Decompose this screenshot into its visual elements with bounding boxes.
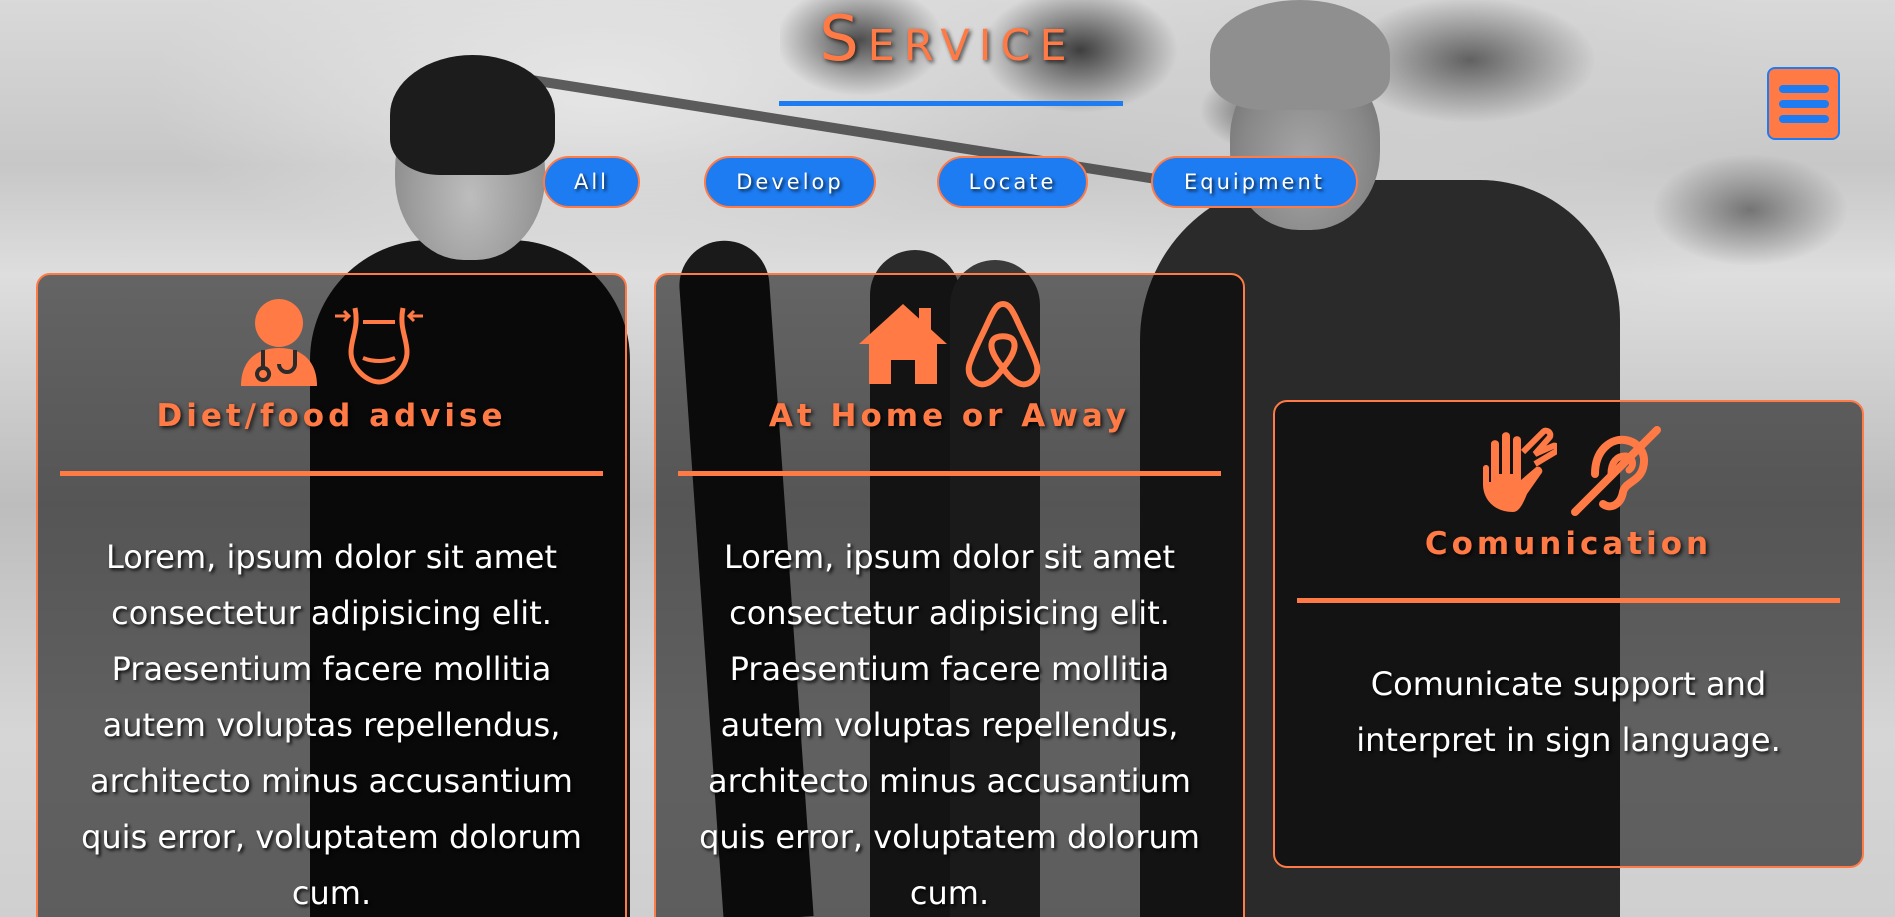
page-title: Service	[819, 2, 1076, 75]
hamburger-menu-icon	[1778, 84, 1829, 93]
card-description: Comunicate support and interpret in sign…	[1356, 665, 1781, 759]
home-icon	[858, 304, 947, 384]
filter-equipment-button[interactable]: Equipment	[1151, 156, 1358, 208]
card-divider	[678, 471, 1221, 476]
sign-language-icon	[1482, 427, 1557, 512]
card-title: At Home or Away	[768, 398, 1131, 434]
filter-develop-button[interactable]: Develop	[704, 156, 876, 208]
card-description: Lorem, ipsum dolor sit amet consectetur …	[81, 538, 582, 912]
hamburger-menu-icon	[1778, 114, 1829, 123]
card-title: Diet/food advise	[156, 398, 507, 434]
filter-locate-button[interactable]: Locate	[937, 156, 1088, 208]
waist-measure-icon	[334, 307, 423, 385]
card-title: Comunication	[1424, 526, 1713, 562]
card-description: Lorem, ipsum dolor sit amet consectetur …	[699, 538, 1200, 912]
airbnb-icon	[965, 300, 1040, 388]
deaf-icon	[1570, 426, 1661, 516]
card-icons	[1275, 424, 1862, 516]
card-divider	[60, 471, 603, 476]
card-icons	[656, 298, 1243, 388]
service-page: Service All Develop Locate Equipment Die…	[0, 0, 1895, 917]
hamburger-menu-icon	[1778, 99, 1829, 108]
title-underline	[779, 101, 1123, 106]
doctor-icon	[240, 299, 317, 386]
service-card-home-away[interactable]: At Home or Away Lorem, ipsum dolor sit a…	[654, 273, 1245, 917]
filter-all-button[interactable]: All	[543, 156, 640, 208]
hamburger-menu-button[interactable]	[1767, 67, 1840, 140]
service-card-diet[interactable]: Diet/food advise Lorem, ipsum dolor sit …	[36, 273, 627, 917]
filter-bar: All Develop Locate Equipment	[0, 156, 1895, 210]
service-card-communication[interactable]: Comunication Comunicate support and inte…	[1273, 400, 1864, 868]
card-divider	[1297, 598, 1840, 603]
card-icons	[38, 298, 625, 388]
